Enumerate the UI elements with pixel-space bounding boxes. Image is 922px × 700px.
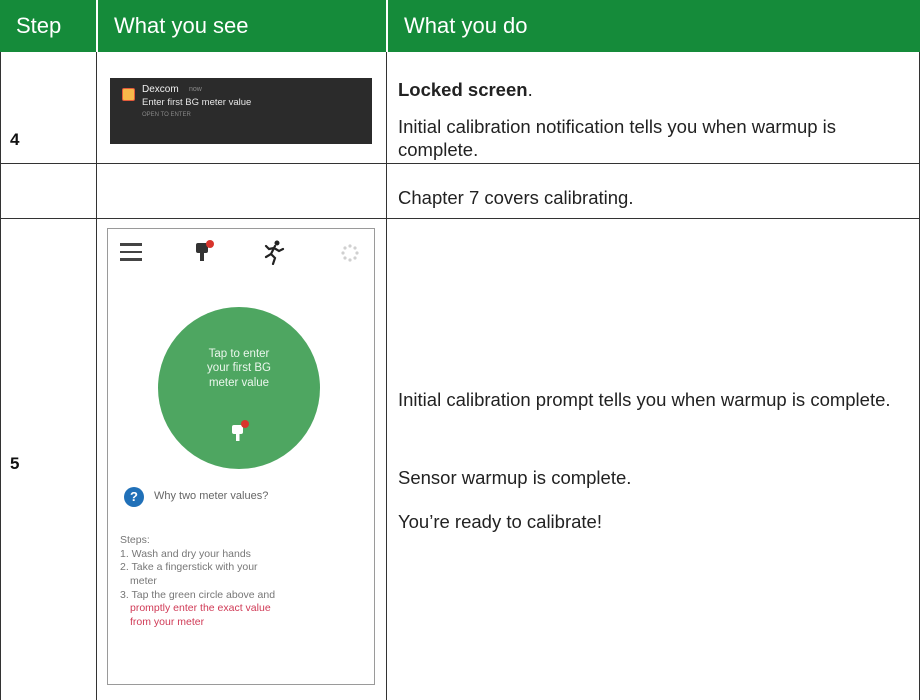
row4-title-suffix: . (527, 79, 533, 100)
list-item-emphasis: promptly enter the exact value (130, 602, 271, 615)
list-item: meter (130, 574, 157, 587)
help-label: Why two meter values? (154, 490, 269, 502)
grid-line (919, 52, 920, 700)
header-what-you-see: What you see (96, 0, 386, 52)
grid-line (386, 52, 387, 700)
list-item: 3. Tap the green circle above and (120, 588, 276, 601)
blood-drop-meter-icon (232, 420, 249, 441)
lock-screen-notification: Dexcom now Enter first BG meter value OP… (110, 78, 372, 144)
row5-line-1: Initial calibration prompt tells you whe… (398, 389, 891, 410)
grid-line (0, 52, 1, 700)
notification-message: Enter first BG meter value (142, 97, 252, 108)
row5-line-3: You’re ready to calibrate! (398, 511, 602, 532)
loading-dots-icon (341, 244, 359, 262)
list-item: 1. Wash and dry your hands (120, 547, 251, 560)
list-item-emphasis: from your meter (130, 615, 205, 628)
circle-text-line-2: your first BG (207, 362, 271, 375)
row4-title: Locked screen. (398, 78, 908, 101)
row4-title-bold: Locked screen (398, 79, 528, 100)
step-number-4: 4 (10, 130, 20, 149)
calibrate-circle-button[interactable]: Tap to enter your first BG meter value (158, 307, 320, 469)
grid-line (96, 52, 97, 700)
circle-text-line-3: meter value (208, 376, 270, 389)
steps-title: Steps: (120, 534, 150, 546)
circle-text: Tap to enter your first BG meter value (158, 347, 320, 390)
notification-time: now (189, 86, 202, 93)
notification-hint: OPEN TO ENTER (142, 112, 191, 118)
header-step: Step (0, 0, 96, 52)
steps-list: Steps: 1. Wash and dry your hands 2. Tak… (120, 534, 365, 629)
row4-line-1: Initial calibration notification tells y… (398, 116, 837, 161)
help-icon: ? (124, 487, 144, 507)
row-divider (0, 218, 920, 219)
instructions-table: Step What you see What you do 4 Dexcom n… (0, 0, 920, 700)
sensor-alert-icon[interactable] (192, 239, 216, 265)
circle-text-line-1: Tap to enter (208, 348, 270, 360)
menu-icon[interactable] (120, 243, 142, 261)
row-divider (0, 163, 920, 164)
step-number-5: 5 (10, 454, 20, 473)
notification-app-name: Dexcom (142, 84, 179, 95)
runner-icon[interactable] (262, 239, 286, 266)
row4-line-2: Chapter 7 covers calibrating. (398, 187, 634, 208)
header-what-you-do: What you do (386, 0, 920, 52)
row5-line-2: Sensor warmup is complete. (398, 467, 632, 488)
dexcom-app-icon (122, 88, 135, 101)
phone-screen: Tap to enter your first BG meter value ?… (107, 228, 375, 685)
list-item: 2. Take a fingerstick with your (120, 561, 258, 574)
